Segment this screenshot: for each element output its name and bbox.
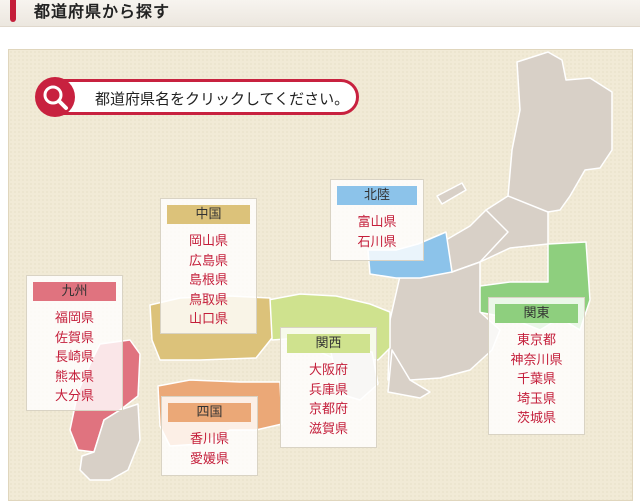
pref-link-tokyo[interactable]: 東京都 bbox=[489, 331, 584, 351]
instruction-text: 都道府県名をクリックしてください。 bbox=[95, 90, 350, 108]
region-box-kansai: 関西 大阪府 兵庫県 京都府 滋賀県 bbox=[280, 327, 377, 448]
region-header-chugoku: 中国 bbox=[167, 205, 250, 224]
pref-link-ishikawa[interactable]: 石川県 bbox=[331, 233, 423, 253]
region-header-kanto: 関東 bbox=[495, 304, 578, 323]
pref-link-kumamoto[interactable]: 熊本県 bbox=[27, 368, 122, 388]
pref-link-shiga[interactable]: 滋賀県 bbox=[281, 420, 376, 440]
pref-link-fukuoka[interactable]: 福岡県 bbox=[27, 309, 122, 329]
pref-link-oita[interactable]: 大分県 bbox=[27, 387, 122, 407]
pref-link-osaka[interactable]: 大阪府 bbox=[281, 361, 376, 381]
pref-link-okayama[interactable]: 岡山県 bbox=[161, 232, 256, 252]
search-icon bbox=[35, 77, 75, 117]
pref-link-tottori[interactable]: 鳥取県 bbox=[161, 291, 256, 311]
pref-link-chiba[interactable]: 千葉県 bbox=[489, 370, 584, 390]
region-box-kanto: 関東 東京都 神奈川県 千葉県 埼玉県 茨城県 bbox=[488, 297, 585, 435]
pref-link-kagawa[interactable]: 香川県 bbox=[162, 430, 257, 450]
region-box-kyushu: 九州 福岡県 佐賀県 長崎県 熊本県 大分県 bbox=[26, 275, 123, 411]
pref-link-kanagawa[interactable]: 神奈川県 bbox=[489, 351, 584, 371]
pref-link-nagasaki[interactable]: 長崎県 bbox=[27, 348, 122, 368]
region-header-kansai: 関西 bbox=[287, 334, 370, 353]
region-box-hokuriku: 北陸 富山県 石川県 bbox=[330, 179, 424, 261]
pref-link-ehime[interactable]: 愛媛県 bbox=[162, 450, 257, 470]
pref-link-kyoto[interactable]: 京都府 bbox=[281, 400, 376, 420]
pref-link-saga[interactable]: 佐賀県 bbox=[27, 329, 122, 349]
map-island-sado bbox=[436, 182, 467, 205]
pref-link-shimane[interactable]: 島根県 bbox=[161, 271, 256, 291]
region-box-shikoku: 四国 香川県 愛媛県 bbox=[161, 396, 258, 476]
pref-link-toyama[interactable]: 富山県 bbox=[331, 213, 423, 233]
pref-link-hyogo[interactable]: 兵庫県 bbox=[281, 381, 376, 401]
region-header-shikoku: 四国 bbox=[168, 403, 251, 422]
pref-link-ibaraki[interactable]: 茨城県 bbox=[489, 409, 584, 429]
pref-link-hiroshima[interactable]: 広島県 bbox=[161, 252, 256, 272]
pref-link-yamaguchi[interactable]: 山口県 bbox=[161, 310, 256, 330]
region-header-kyushu: 九州 bbox=[33, 282, 116, 301]
region-box-chugoku: 中国 岡山県 広島県 島根県 鳥取県 山口県 bbox=[160, 198, 257, 334]
map-region-chubu bbox=[387, 261, 501, 381]
pref-link-saitama[interactable]: 埼玉県 bbox=[489, 390, 584, 410]
instruction-banner: 都道府県名をクリックしてください。 bbox=[35, 77, 359, 117]
region-header-hokuriku: 北陸 bbox=[337, 186, 417, 205]
